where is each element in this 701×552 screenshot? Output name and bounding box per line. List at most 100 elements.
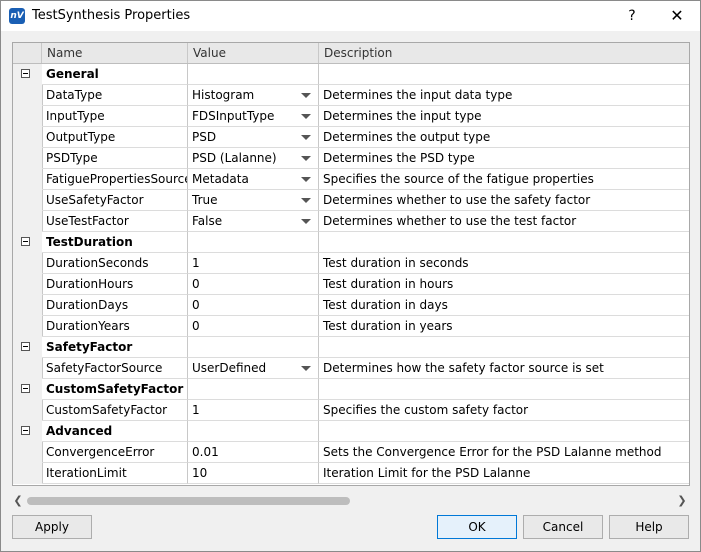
- close-button[interactable]: ✕: [665, 5, 689, 27]
- property-value-text[interactable]: Metadata: [192, 172, 249, 186]
- property-name[interactable]: ConvergenceError: [42, 442, 188, 463]
- property-value[interactable]: PSD: [188, 127, 319, 148]
- header-value[interactable]: Value: [188, 43, 319, 63]
- property-row[interactable]: DurationDays 0 Test duration in days: [13, 295, 689, 316]
- property-row[interactable]: CustomSafetyFactor 1 Specifies the custom …: [13, 400, 689, 421]
- property-name[interactable]: DurationDays: [42, 295, 188, 316]
- row-gutter: [13, 463, 43, 484]
- property-name[interactable]: SafetyFactorSource: [42, 358, 188, 379]
- dropdown-arrow-icon[interactable]: [301, 114, 311, 119]
- property-value[interactable]: 0: [188, 295, 319, 316]
- property-name[interactable]: FatiguePropertiesSource: [42, 169, 188, 190]
- property-name[interactable]: InputType: [42, 106, 188, 127]
- property-value-text[interactable]: 0: [192, 298, 200, 312]
- category-row[interactable]: CustomSafetyFactor: [13, 379, 689, 400]
- dropdown-arrow-icon[interactable]: [301, 177, 311, 182]
- property-name[interactable]: DataType: [42, 85, 188, 106]
- header-description[interactable]: Description: [319, 43, 689, 63]
- property-value[interactable]: Histogram: [188, 85, 319, 106]
- property-name[interactable]: IterationLimit: [42, 463, 188, 484]
- help-button[interactable]: Help: [609, 515, 689, 539]
- property-row[interactable]: DurationHours 0 Test duration in hours: [13, 274, 689, 295]
- category-row[interactable]: TestDuration: [13, 232, 689, 253]
- property-value[interactable]: 10: [188, 463, 319, 484]
- property-row[interactable]: DurationSeconds 1 Test duration in seconds: [13, 253, 689, 274]
- dropdown-arrow-icon[interactable]: [301, 219, 311, 224]
- property-name[interactable]: CustomSafetyFactor: [42, 400, 188, 421]
- property-value[interactable]: True: [188, 190, 319, 211]
- horizontal-scrollbar[interactable]: ❮ ❯: [12, 494, 688, 508]
- property-value-text[interactable]: 1: [192, 403, 200, 417]
- row-gutter: [13, 148, 43, 169]
- property-row[interactable]: DurationYears 0 Test duration in years: [13, 316, 689, 337]
- dropdown-arrow-icon[interactable]: [301, 93, 311, 98]
- property-value[interactable]: UserDefined: [188, 358, 319, 379]
- dropdown-arrow-icon[interactable]: [301, 366, 311, 371]
- collapse-icon[interactable]: [21, 384, 30, 393]
- property-value-text[interactable]: False: [192, 214, 222, 228]
- collapse-icon[interactable]: [21, 237, 30, 246]
- property-value[interactable]: Metadata: [188, 169, 319, 190]
- property-value-text[interactable]: 0.01: [192, 445, 219, 459]
- property-name[interactable]: UseSafetyFactor: [42, 190, 188, 211]
- property-value[interactable]: 1: [188, 400, 319, 421]
- cancel-button[interactable]: Cancel: [523, 515, 603, 539]
- scroll-left-icon[interactable]: ❮: [12, 494, 24, 508]
- property-row[interactable]: IterationLimit 10 Iteration Limit for the …: [13, 463, 689, 484]
- property-name[interactable]: DurationYears: [42, 316, 188, 337]
- property-name[interactable]: PSDType: [42, 148, 188, 169]
- help-title-button[interactable]: ?: [620, 5, 644, 27]
- property-row[interactable]: DataType Histogram Determines the input da…: [13, 85, 689, 106]
- dropdown-arrow-icon[interactable]: [301, 135, 311, 140]
- property-description: Sets the Convergence Error for the PSD L…: [319, 442, 689, 463]
- property-row[interactable]: InputType FDSInputType Determines the inpu…: [13, 106, 689, 127]
- property-value-text[interactable]: 10: [192, 466, 207, 480]
- property-value-text[interactable]: Histogram: [192, 88, 254, 102]
- property-value-text[interactable]: 1: [192, 256, 200, 270]
- property-value[interactable]: 0: [188, 274, 319, 295]
- property-row[interactable]: SafetyFactorSource UserDefined Determines …: [13, 358, 689, 379]
- scroll-right-icon[interactable]: ❯: [676, 494, 688, 508]
- property-description: Determines the PSD type: [319, 148, 689, 169]
- property-value[interactable]: 0: [188, 316, 319, 337]
- property-value[interactable]: False: [188, 211, 319, 232]
- property-description: Specifies the source of the fatigue prop…: [319, 169, 689, 190]
- collapse-icon[interactable]: [21, 426, 30, 435]
- property-row[interactable]: UseTestFactor False Determines whether to …: [13, 211, 689, 232]
- ok-button[interactable]: OK: [437, 515, 517, 539]
- property-name[interactable]: DurationHours: [42, 274, 188, 295]
- property-value-text[interactable]: 0: [192, 277, 200, 291]
- property-value-text[interactable]: UserDefined: [192, 361, 266, 375]
- property-value-text[interactable]: True: [192, 193, 218, 207]
- category-row[interactable]: Advanced: [13, 421, 689, 442]
- property-value-text[interactable]: 0: [192, 319, 200, 333]
- property-value[interactable]: 1: [188, 253, 319, 274]
- header-name[interactable]: Name: [42, 43, 188, 63]
- row-gutter: [13, 316, 43, 337]
- property-row[interactable]: UseSafetyFactor True Determines whether to…: [13, 190, 689, 211]
- collapse-icon[interactable]: [21, 69, 30, 78]
- dropdown-arrow-icon[interactable]: [301, 156, 311, 161]
- header-gutter: [13, 43, 42, 63]
- dropdown-arrow-icon[interactable]: [301, 198, 311, 203]
- category-row[interactable]: General: [13, 64, 689, 85]
- property-value-text[interactable]: FDSInputType: [192, 109, 274, 123]
- property-value[interactable]: FDSInputType: [188, 106, 319, 127]
- property-value[interactable]: 0.01: [188, 442, 319, 463]
- collapse-icon[interactable]: [21, 342, 30, 351]
- apply-button[interactable]: Apply: [12, 515, 92, 539]
- scroll-thumb[interactable]: [27, 497, 350, 505]
- property-row[interactable]: PSDType PSD (Lalanne) Determines the PSD t…: [13, 148, 689, 169]
- property-row[interactable]: OutputType PSD Determines the output type: [13, 127, 689, 148]
- row-gutter: [13, 169, 43, 190]
- property-value-text[interactable]: PSD (Lalanne): [192, 151, 277, 165]
- property-name[interactable]: OutputType: [42, 127, 188, 148]
- category-label: TestDuration: [42, 232, 188, 253]
- property-name[interactable]: DurationSeconds: [42, 253, 188, 274]
- property-row[interactable]: FatiguePropertiesSource Metadata Specifies…: [13, 169, 689, 190]
- category-row[interactable]: SafetyFactor: [13, 337, 689, 358]
- property-name[interactable]: UseTestFactor: [42, 211, 188, 232]
- property-value-text[interactable]: PSD: [192, 130, 216, 144]
- property-row[interactable]: ConvergenceError 0.01 Sets the Convergence…: [13, 442, 689, 463]
- property-value[interactable]: PSD (Lalanne): [188, 148, 319, 169]
